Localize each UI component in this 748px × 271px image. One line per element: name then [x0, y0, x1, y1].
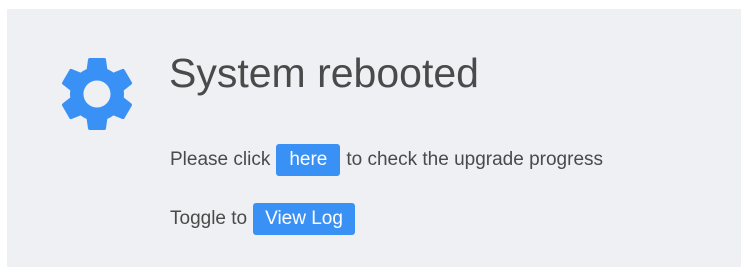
notice-title: System rebooted: [169, 50, 479, 96]
gear-icon: [61, 57, 133, 131]
view-log-button[interactable]: View Log: [253, 203, 355, 235]
toggle-log-line: Toggle to View Log: [170, 203, 361, 235]
line1-prefix: Please click: [170, 149, 271, 170]
notification-panel: System rebooted Please click here to che…: [7, 9, 741, 267]
line2-prefix: Toggle to: [170, 208, 248, 229]
here-link-button[interactable]: here: [276, 144, 341, 176]
line1-suffix: to check the upgrade progress: [346, 149, 604, 170]
upgrade-progress-line: Please click here to check the upgrade p…: [170, 144, 603, 176]
